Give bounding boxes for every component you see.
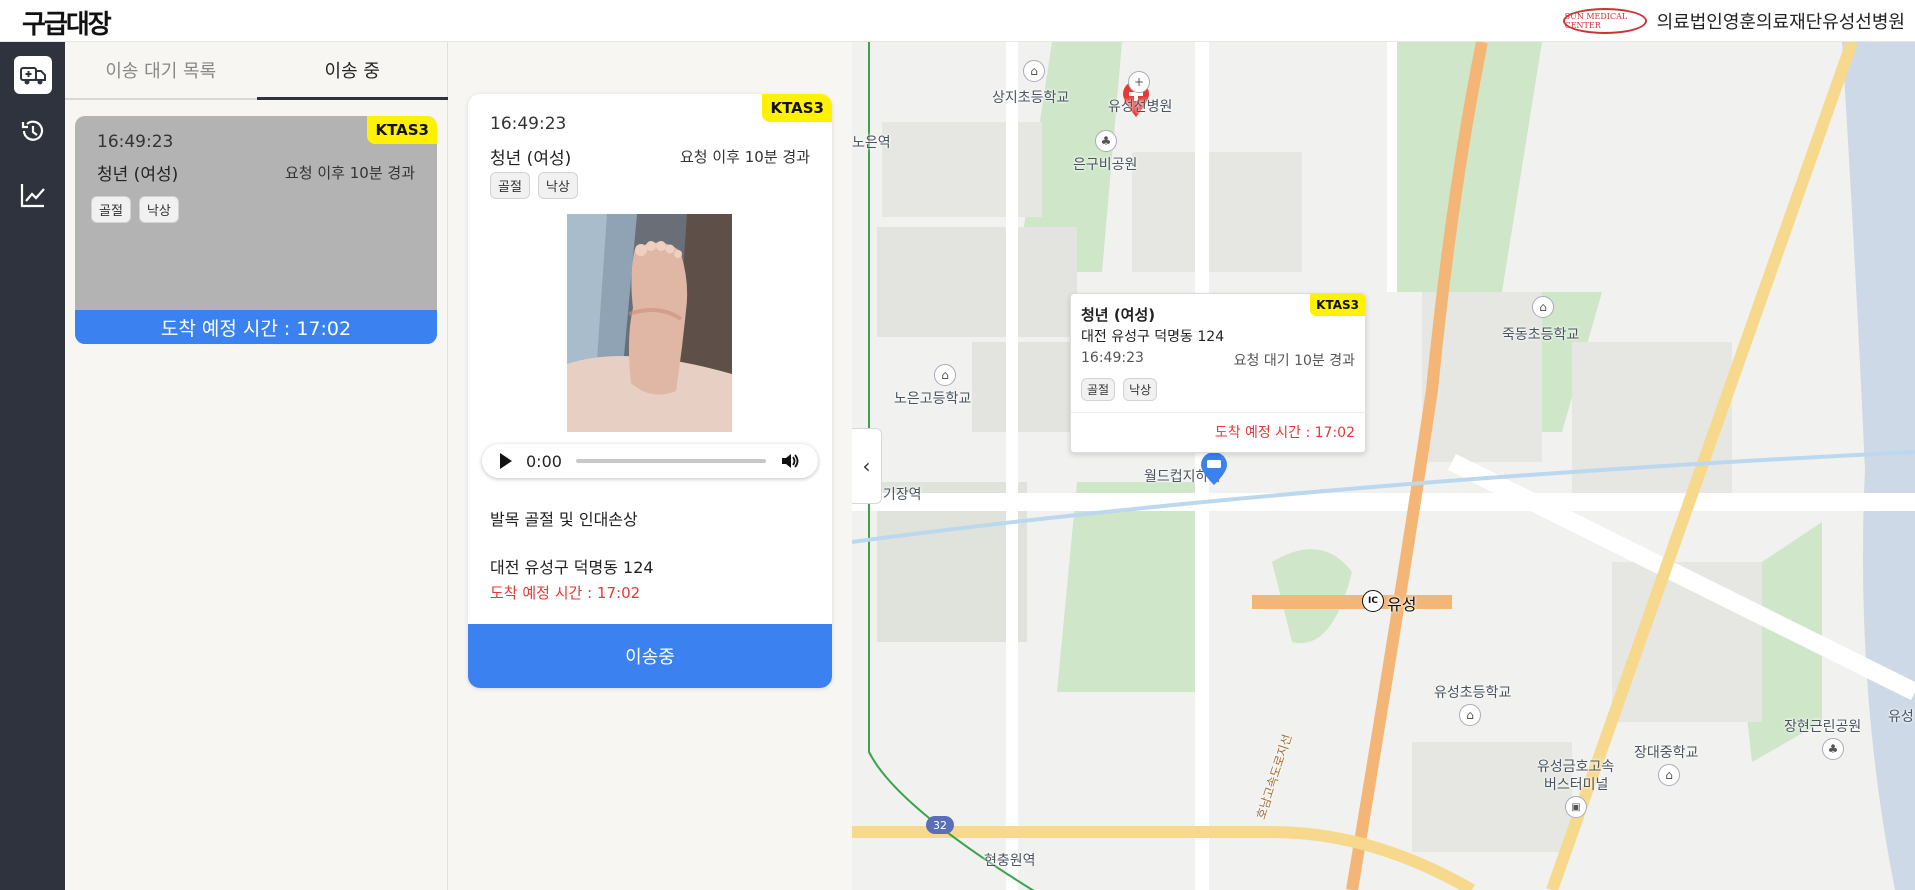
divider <box>1071 412 1365 413</box>
school-icon: ⌂ <box>1459 704 1481 726</box>
history-icon <box>21 120 44 141</box>
map-label-neun-high: 노은고등학교 <box>894 391 972 407</box>
map-patient-popup[interactable]: KTAS3 청년 (여성) 대전 유성구 덕명동 124 16:49:23 요청… <box>1070 293 1366 453</box>
ambulance-icon <box>20 67 46 85</box>
symptom-tag: 골절 <box>490 172 530 199</box>
rail-history-button[interactable] <box>14 112 52 150</box>
tab-in-transit[interactable]: 이송 중 <box>256 42 448 100</box>
map-label-janghyeon-park: 장현근린공원 <box>1784 719 1862 735</box>
injury-photo-image <box>567 214 732 432</box>
rail-ambulance-button[interactable] <box>14 56 52 94</box>
ktas-badge: KTAS3 <box>367 116 437 144</box>
map-view[interactable]: ⌂ 상지초등학교 + 유성선병원 노은역 ♣ 은구비공원 ⌂ 노은고등학교 ⌂ … <box>852 42 1915 890</box>
transport-list-panel: 이송 대기 목록 이송 중 KTAS3 16:49:23 청년 (여성) 요청 … <box>65 42 448 890</box>
play-icon[interactable] <box>500 453 512 469</box>
map-label-yuseong-elem: 유성초등학교 <box>1434 685 1512 701</box>
eta-text: 도착 예정 시간 : 17:02 <box>490 584 641 602</box>
map-label-eungu-park: 은구비공원 <box>1073 157 1138 173</box>
audio-progress-track[interactable] <box>575 459 766 463</box>
ic-icon: IC <box>1362 590 1384 612</box>
ambulance-marker-icon[interactable] <box>1199 452 1229 486</box>
in-transit-button[interactable]: 이송중 <box>468 624 832 688</box>
map-label-yuseong-ic: 유성 <box>1387 595 1417 614</box>
symptom-tag: 낙상 <box>537 172 578 199</box>
audio-time: 0:00 <box>526 451 562 471</box>
side-rail <box>0 42 65 890</box>
collapse-panel-button[interactable]: ‹ <box>852 428 882 504</box>
patient-detail-card: KTAS3 16:49:23 청년 (여성) 요청 이후 10분 경과 골절 낙… <box>468 94 832 688</box>
eta-text: 도착 예정 시간 : 17:02 <box>1214 425 1355 441</box>
volume-icon[interactable] <box>780 451 800 471</box>
elapsed-time: 요청 이후 10분 경과 <box>680 148 810 166</box>
park-icon: ♣ <box>1822 738 1844 760</box>
tab-bar: 이송 대기 목록 이송 중 <box>65 42 448 100</box>
chart-line-icon <box>20 184 45 208</box>
patient-address: 대전 유성구 덕명동 124 <box>1081 329 1225 345</box>
symptom-tags: 골절 낙상 <box>91 196 179 223</box>
chevron-left-icon: ‹ <box>862 454 871 478</box>
symptom-tag: 낙상 <box>1123 378 1158 401</box>
injury-description: 발목 골절 및 인대손상 <box>490 510 638 529</box>
map-label-hospital: 유성선병원 <box>1108 99 1173 115</box>
park-icon: ♣ <box>1095 130 1117 152</box>
map-label-neun-station: 노은역 <box>852 135 891 151</box>
map-label-sangji: 상지초등학교 <box>992 90 1070 106</box>
request-time: 16:49:23 <box>490 114 567 134</box>
map-label-hyeonchungwon: 현충원역 <box>984 853 1036 869</box>
map-label-jukdong: 죽동초등학교 <box>1502 327 1580 343</box>
patient-address: 대전 유성구 덕명동 124 <box>490 558 654 577</box>
hospital-poi-icon: + <box>1128 71 1150 93</box>
school-icon: ⌂ <box>1658 764 1680 786</box>
patient-card[interactable]: KTAS3 16:49:23 청년 (여성) 요청 이후 10분 경과 골절 낙… <box>75 116 437 344</box>
map-label-bus-terminal-2: 버스터미널 <box>1544 777 1609 793</box>
elapsed-time: 요청 대기 10분 경과 <box>1233 353 1355 369</box>
symptom-tag: 골절 <box>1081 378 1116 401</box>
school-icon: ⌂ <box>934 364 956 386</box>
request-time: 16:49:23 <box>97 132 174 152</box>
request-time: 16:49:23 <box>1081 350 1144 366</box>
patient-name: 청년 (여성) <box>490 149 572 169</box>
symptom-tag: 골절 <box>91 196 131 223</box>
patient-name: 청년 (여성) <box>97 165 179 185</box>
eta-bar: 도착 예정 시간 : 17:02 <box>75 310 437 344</box>
school-icon: ⌂ <box>1532 296 1554 318</box>
app-logo[interactable]: 구급대장 <box>22 4 112 41</box>
hospital-logo: SUN MEDICAL CENTER <box>1562 8 1647 34</box>
patient-detail-panel: KTAS3 16:49:23 청년 (여성) 요청 이후 10분 경과 골절 낙… <box>448 42 852 890</box>
audio-player: 0:00 <box>482 444 818 478</box>
rail-stats-button[interactable] <box>14 176 52 214</box>
symptom-tags: 골절 낙상 <box>490 172 578 199</box>
hospital-name: 의료법인영훈의료재단유성선병원 <box>1656 12 1905 33</box>
route-badge: 32 <box>926 816 954 834</box>
map-label-bus-terminal-1: 유성금호고속 <box>1537 759 1615 775</box>
symptom-tags: 골절 낙상 <box>1081 378 1158 401</box>
tab-waiting-list[interactable]: 이송 대기 목록 <box>65 42 257 100</box>
bus-icon: ▣ <box>1565 796 1587 818</box>
symptom-tag: 낙상 <box>138 196 179 223</box>
app-header: 구급대장 SUN MEDICAL CENTER 의료법인영훈의료재단유성선병원 <box>0 0 1915 42</box>
map-label-jangdae-mid: 장대중학교 <box>1634 745 1699 761</box>
patient-name: 청년 (여성) <box>1081 306 1156 324</box>
injury-photo[interactable] <box>567 214 732 432</box>
ktas-badge: KTAS3 <box>762 94 832 122</box>
map-base <box>852 42 1915 890</box>
school-icon: ⌂ <box>1023 60 1045 82</box>
map-label-yuseong-edge: 유성 <box>1888 709 1914 725</box>
hospital-info: SUN MEDICAL CENTER 의료법인영훈의료재단유성선병원 <box>1562 8 1905 34</box>
elapsed-time: 요청 이후 10분 경과 <box>285 164 415 182</box>
ktas-badge: KTAS3 <box>1310 294 1365 316</box>
